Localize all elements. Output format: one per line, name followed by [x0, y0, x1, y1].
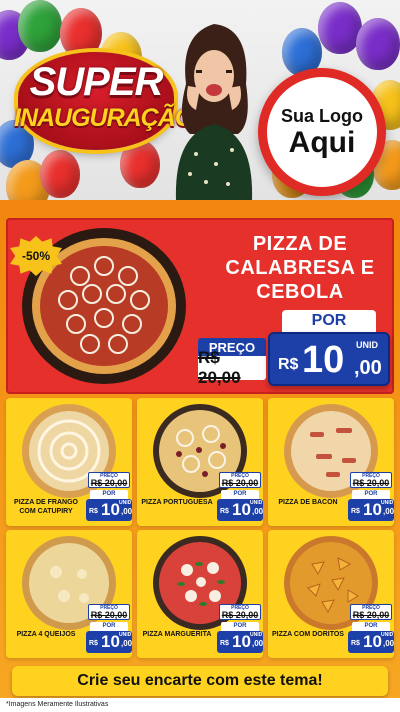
price-integer: 10	[101, 632, 120, 651]
por-label: POR	[352, 490, 390, 499]
balloon-icon	[18, 0, 62, 52]
hero-price-cents: ,00	[354, 357, 382, 379]
balloon-icon	[60, 8, 102, 58]
price-cents: ,00	[383, 507, 395, 516]
unit: UNID	[381, 632, 394, 638]
hero-currency: R$	[278, 356, 299, 373]
price-integer: 10	[101, 500, 120, 519]
price-cents: ,00	[121, 507, 133, 516]
hero-por-label: POR	[282, 310, 376, 332]
old-price-tag: PREÇO R$ 20,00	[219, 604, 261, 620]
price-integer: 10	[232, 632, 251, 651]
price-integer: 10	[363, 632, 382, 651]
old-price: R$ 20,00	[221, 610, 259, 620]
por-label: POR	[221, 622, 259, 631]
price-integer: 10	[363, 500, 382, 519]
unit: UNID	[250, 500, 263, 506]
currency: R$	[89, 508, 98, 515]
product-name: PIZZA DE BACON	[278, 499, 338, 506]
hero-product-name: PIZZA DE CALABRESA E CEBOLA	[225, 233, 375, 303]
por-label: POR	[90, 490, 128, 499]
price-box: R$ 10 UNID ,00	[348, 499, 394, 521]
create-flyer-banner[interactable]: Crie seu encarte com este tema!	[12, 666, 388, 696]
product-card: PIZZA DE BACON PREÇO R$ 20,00 POR R$ 10 …	[268, 398, 394, 526]
balloon-icon	[120, 140, 160, 188]
unit: UNID	[381, 500, 394, 506]
price-box: R$ 10 UNID ,00	[86, 499, 132, 521]
unit: UNID	[250, 632, 263, 638]
super-title: SUPER	[29, 60, 164, 104]
logo-line-2: Aqui	[288, 126, 356, 159]
price-cents: ,00	[121, 639, 133, 648]
price-box: R$ 10 UNID ,00	[217, 631, 263, 653]
price-box: R$ 10 UNID ,00	[348, 631, 394, 653]
product-name: PIZZA MARGUERITA	[142, 631, 212, 638]
header-banner: SUPER INAUGURAÇÃO Sua Logo Aqui	[0, 0, 400, 200]
old-price: R$ 20,00	[352, 610, 390, 620]
currency: R$	[89, 640, 98, 647]
product-name: PIZZA PORTUGUESA	[141, 499, 213, 506]
por-label: POR	[221, 490, 259, 499]
balloon-icon	[40, 150, 80, 198]
product-card: PIZZA PORTUGUESA PREÇO R$ 20,00 POR R$ 1…	[137, 398, 263, 526]
balloon-icon	[356, 18, 400, 70]
product-card: PIZZA MARGUERITA PREÇO R$ 20,00 POR R$ 1…	[137, 530, 263, 658]
inauguracao-title: INAUGURAÇÃO	[14, 104, 194, 132]
price-box: R$ 10 UNID ,00	[86, 631, 132, 653]
unit: UNID	[119, 500, 132, 506]
hero-price-box: R$ 10 UNID ,00	[268, 332, 390, 386]
currency: R$	[220, 640, 229, 647]
old-price: R$ 20,00	[90, 478, 128, 488]
old-price-tag: PREÇO R$ 20,00	[219, 472, 261, 488]
price-cents: ,00	[252, 507, 264, 516]
disclaimer-text: *Imagens Meramente Ilustrativas	[0, 698, 400, 712]
hero-old-price: R$ 20,00	[198, 348, 266, 387]
currency: R$	[351, 508, 360, 515]
product-name: PIZZA DE FRANGO COM CATUPIRY	[14, 499, 78, 515]
por-label: POR	[352, 622, 390, 631]
old-price-tag: PREÇO R$ 20,00	[88, 604, 130, 620]
currency: R$	[220, 508, 229, 515]
old-price: R$ 20,00	[221, 478, 259, 488]
old-price: R$ 20,00	[352, 478, 390, 488]
old-price-tag: PREÇO R$ 20,00	[350, 472, 392, 488]
old-price: R$ 20,00	[90, 610, 128, 620]
currency: R$	[351, 640, 360, 647]
unit: UNID	[119, 632, 132, 638]
por-label: POR	[90, 622, 128, 631]
logo-placeholder: Sua Logo Aqui	[258, 68, 386, 196]
product-card: PIZZA COM DORITOS PREÇO R$ 20,00 POR R$ …	[268, 530, 394, 658]
price-cents: ,00	[252, 639, 264, 648]
product-card: PIZZA 4 QUEIJOS PREÇO R$ 20,00 POR R$ 10…	[6, 530, 132, 658]
price-box: R$ 10 UNID ,00	[217, 499, 263, 521]
old-price-tag: PREÇO R$ 20,00	[350, 604, 392, 620]
hero-price-integer: 10	[302, 339, 345, 381]
old-price-tag: PREÇO R$ 20,00	[88, 472, 130, 488]
hero-unit: UNID	[356, 340, 378, 350]
product-name: PIZZA COM DORITOS	[272, 631, 344, 638]
woman-model-image	[175, 24, 253, 200]
price-integer: 10	[232, 500, 251, 519]
logo-line-1: Sua Logo	[281, 106, 363, 126]
price-cents: ,00	[383, 639, 395, 648]
hero-old-price-tag: PREÇO R$ 20,00	[198, 338, 266, 387]
product-card: PIZZA DE FRANGO COM CATUPIRY PREÇO R$ 20…	[6, 398, 132, 526]
product-name: PIZZA 4 QUEIJOS	[16, 631, 76, 638]
